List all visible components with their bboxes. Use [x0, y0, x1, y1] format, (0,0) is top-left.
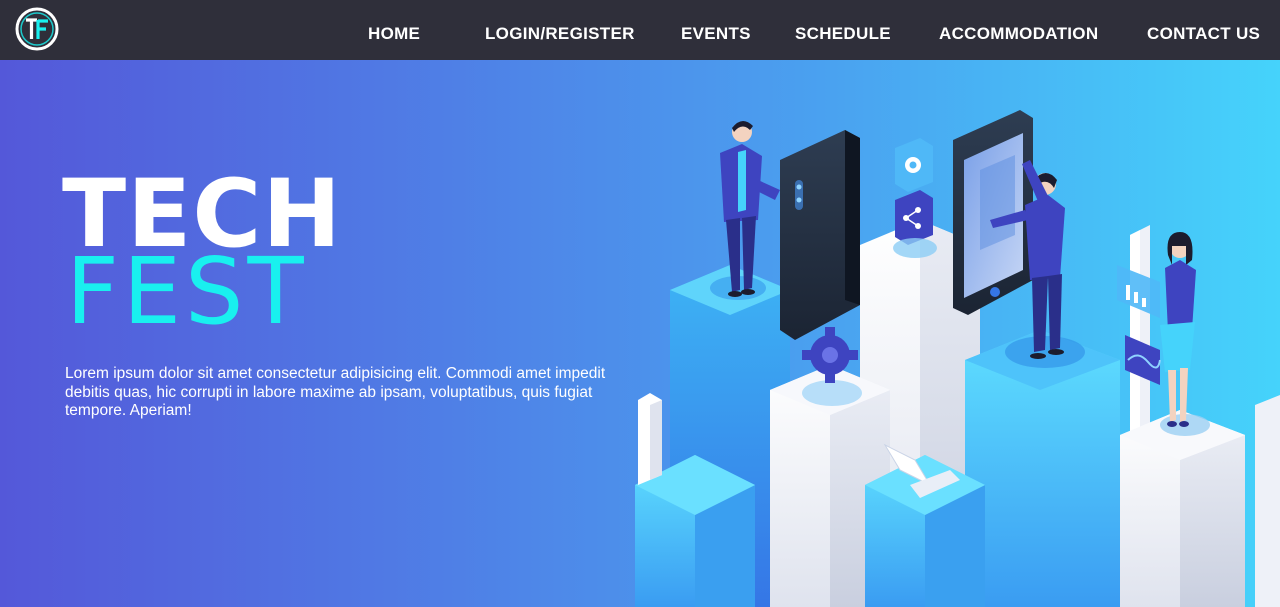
- tech-illustration: [635, 110, 1280, 607]
- nav-login-register[interactable]: LOGIN/REGISTER: [485, 24, 635, 44]
- nav-home[interactable]: HOME: [368, 24, 420, 44]
- nav-schedule[interactable]: SCHEDULE: [795, 24, 891, 44]
- navbar: HOME LOGIN/REGISTER EVENTS SCHEDULE ACCO…: [0, 0, 1280, 60]
- nav-events[interactable]: EVENTS: [681, 24, 751, 44]
- nav-accommodation[interactable]: ACCOMMODATION: [939, 24, 1098, 44]
- hero-section: TECH FEST Lorem ipsum dolor sit amet con…: [0, 60, 1280, 607]
- hero-title-fest: FEST: [66, 238, 308, 345]
- nav-contact-us[interactable]: CONTACT US: [1147, 24, 1260, 44]
- hero-description: Lorem ipsum dolor sit amet consectetur a…: [65, 365, 606, 419]
- nav-menu: HOME LOGIN/REGISTER EVENTS SCHEDULE ACCO…: [0, 0, 1280, 60]
